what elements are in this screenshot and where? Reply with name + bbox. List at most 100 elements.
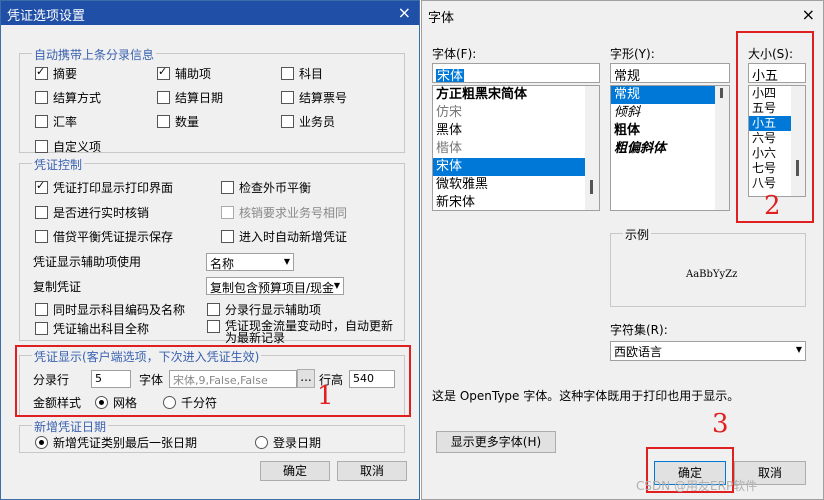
auto-carry-option[interactable]: 数量	[157, 113, 199, 130]
voucher-control-option[interactable]: 借贷平衡凭证提示保存	[35, 228, 173, 245]
sample-legend: 示例	[623, 226, 652, 243]
checkbox[interactable]	[35, 91, 48, 104]
auto-carry-option[interactable]: 结算日期	[157, 89, 223, 106]
voucher-control-option[interactable]: 凭证输出科目全称	[35, 320, 149, 337]
aux-display-label: 凭证显示辅助项使用	[33, 255, 142, 269]
auto-carry-option[interactable]: 结算方式	[35, 89, 101, 106]
checkbox[interactable]	[281, 67, 294, 80]
copy-voucher-select[interactable]: 复制包含预算项目/现金 ▼	[206, 277, 344, 295]
show-more-fonts-button[interactable]: 显示更多字体(H)	[436, 431, 556, 453]
checkbox[interactable]	[221, 206, 234, 219]
font-style-item[interactable]: 常规	[611, 86, 729, 104]
auto-carry-option[interactable]: 科目	[281, 65, 323, 82]
new-voucher-date-option[interactable]: 新增凭证类别最后一张日期	[35, 434, 197, 451]
auto-carry-option-label: 自定义项	[53, 140, 102, 154]
copy-voucher-value: 复制包含预算项目/现金	[210, 281, 335, 295]
font-family-input[interactable]: 宋体	[432, 63, 600, 83]
sample-text: AaBbYyZz	[686, 269, 738, 280]
font-family-item[interactable]: 新宋体	[433, 194, 599, 210]
cancel-button[interactable]: 取消	[337, 461, 407, 481]
voucher-control-option-label: 进入时自动新增凭证	[239, 230, 348, 244]
voucher-control-option-label: 凭证打印显示打印界面	[53, 181, 174, 195]
voucher-control-option[interactable]: 进入时自动新增凭证	[221, 228, 347, 245]
ok-button[interactable]: 确定	[260, 461, 330, 481]
font-family-item[interactable]: 黑体	[433, 122, 599, 140]
font-family-value: 宋体	[436, 69, 465, 83]
checkbox[interactable]	[281, 91, 294, 104]
checkbox[interactable]	[35, 65, 48, 80]
copy-voucher-label: 复制凭证	[33, 280, 82, 294]
font-family-list[interactable]: 方正粗黑宋简体 仿宋 黑体 楷体 宋体 微软雅黑 新宋体	[432, 85, 600, 211]
checkbox[interactable]	[35, 230, 48, 243]
voucher-control-option-label: 是否进行实时核销	[53, 206, 150, 220]
chevron-down-icon: ▼	[795, 345, 802, 354]
voucher-control-option[interactable]: 是否进行实时核销	[35, 204, 149, 221]
font-style-item[interactable]: 粗体	[611, 122, 729, 140]
dialog-title: 凭证选项设置	[7, 9, 86, 24]
checkbox[interactable]	[221, 230, 234, 243]
radio-button[interactable]	[35, 436, 48, 449]
auto-carry-option-label: 数量	[175, 115, 200, 129]
checkbox[interactable]	[35, 322, 48, 335]
checkbox[interactable]	[35, 179, 48, 194]
checkbox[interactable]	[35, 115, 48, 128]
close-icon[interactable]: ×	[398, 3, 411, 22]
auto-carry-option[interactable]: 自定义项	[35, 138, 101, 155]
voucher-control-option-label: 同时显示科目编码及名称	[53, 303, 186, 317]
auto-carry-option[interactable]: 辅助项	[157, 65, 211, 82]
checkbox[interactable]	[207, 303, 220, 316]
voucher-control-option[interactable]: 凭证现金流量变动时，自动更新为最新记录	[207, 320, 397, 344]
font-style-input[interactable]: 常规	[610, 63, 730, 83]
annotation-number-3: 3	[712, 409, 729, 439]
aux-display-select[interactable]: 名称 ▼	[206, 253, 294, 271]
font-style-item[interactable]: 粗偏斜体	[611, 140, 729, 158]
auto-carry-option[interactable]: 结算票号	[281, 89, 347, 106]
auto-carry-option-label: 辅助项	[175, 67, 212, 81]
font-family-item[interactable]: 微软雅黑	[433, 176, 599, 194]
checkbox[interactable]	[157, 115, 170, 128]
font-dialog-title: 字体	[428, 11, 455, 26]
checkbox[interactable]	[157, 91, 170, 104]
auto-carry-option-label: 汇率	[53, 115, 78, 129]
charset-select[interactable]: 西欧语言 ▼	[610, 341, 806, 361]
font-style-list[interactable]: 常规 倾斜 粗体 粗偏斜体	[610, 85, 730, 211]
checkbox[interactable]	[157, 65, 170, 80]
voucher-control-option[interactable]: 检查外币平衡	[221, 179, 311, 196]
voucher-control-option[interactable]: 核销要求业务号相同	[221, 204, 347, 221]
font-family-item[interactable]: 楷体	[433, 140, 599, 158]
radio-button[interactable]	[255, 436, 268, 449]
font-dialog: 字体 × 字体(F): 宋体 方正粗黑宋简体 仿宋 黑体 楷体 宋体 微软雅黑 新宋体 字形…	[421, 0, 824, 500]
voucher-control-option-label: 检查外币平衡	[239, 181, 312, 195]
voucher-control-option-label: 分录行显示辅助项	[225, 303, 322, 317]
auto-carry-option-label: 结算票号	[299, 91, 348, 105]
checkbox[interactable]	[35, 206, 48, 219]
new-voucher-date-legend: 新增凭证日期	[32, 418, 109, 435]
auto-carry-option-label: 业务员	[299, 115, 336, 129]
voucher-control-option-label: 借贷平衡凭证提示保存	[53, 230, 174, 244]
new-voucher-date-option[interactable]: 登录日期	[255, 434, 321, 451]
watermark-text: CSDN @用友ERP软件	[636, 479, 758, 493]
font-family-item[interactable]: 宋体	[433, 158, 599, 176]
font-family-item[interactable]: 仿宋	[433, 104, 599, 122]
checkbox[interactable]	[221, 181, 234, 194]
font-family-label: 字体(F):	[432, 47, 477, 61]
font-family-item[interactable]: 方正粗黑宋简体	[433, 86, 599, 104]
checkbox[interactable]	[35, 303, 48, 316]
voucher-control-option[interactable]: 同时显示科目编码及名称	[35, 301, 185, 318]
auto-carry-option[interactable]: 业务员	[281, 113, 335, 130]
font-list-scrollbar[interactable]	[585, 86, 599, 210]
auto-carry-option-label: 结算方式	[53, 91, 102, 105]
checkbox[interactable]	[35, 140, 48, 153]
auto-carry-option-label: 科目	[299, 67, 324, 81]
checkbox[interactable]	[207, 320, 220, 333]
voucher-control-option[interactable]: 凭证打印显示打印界面	[35, 179, 173, 196]
auto-carry-option[interactable]: 摘要	[35, 65, 77, 82]
close-icon[interactable]: ×	[802, 5, 815, 24]
voucher-control-option-label: 凭证现金流量变动时，自动更新为最新记录	[225, 319, 394, 345]
style-list-scrollbar[interactable]	[715, 86, 729, 210]
auto-carry-option[interactable]: 汇率	[35, 113, 77, 130]
font-style-item[interactable]: 倾斜	[611, 104, 729, 122]
checkbox[interactable]	[281, 115, 294, 128]
voucher-control-option[interactable]: 分录行显示辅助项	[207, 301, 321, 318]
voucher-control-option-label: 凭证输出科目全称	[53, 322, 150, 336]
